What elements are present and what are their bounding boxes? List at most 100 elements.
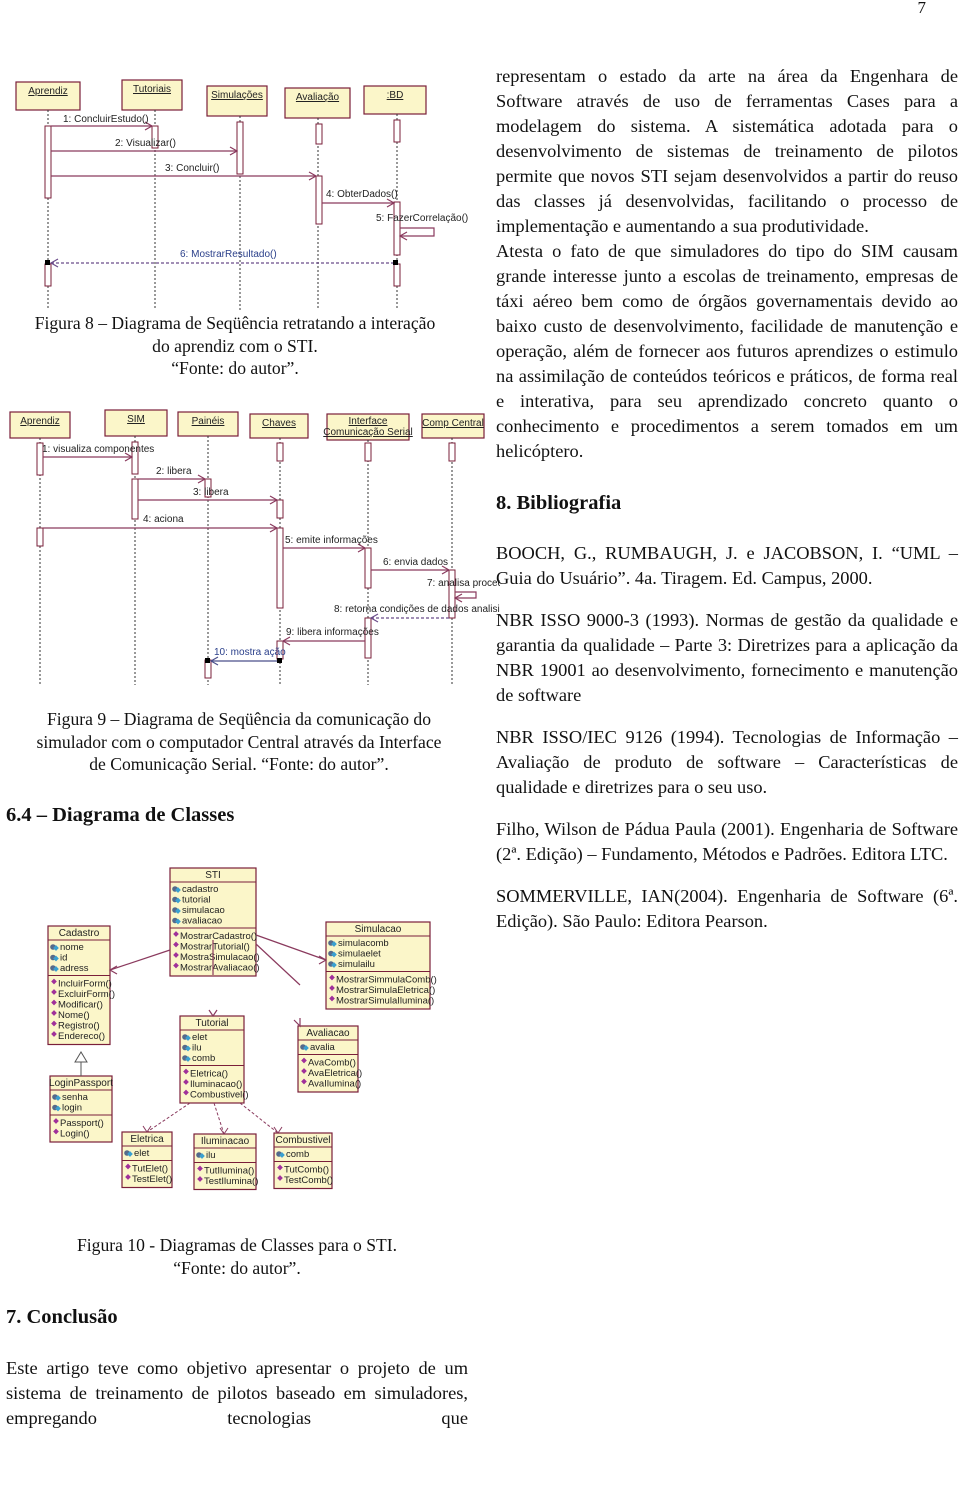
activation-bar — [276, 442, 284, 462]
class-operation: Iluminacao() — [190, 1079, 242, 1090]
class-name: LoginPassport — [49, 1078, 113, 1089]
participant-label: Interface — [349, 416, 388, 427]
right-column: representam o estado da arte na área da … — [496, 64, 958, 951]
class-name: Iluminacao — [201, 1136, 250, 1147]
class-operation: Registro() — [58, 1021, 100, 1032]
class-operation: TestComb() — [284, 1175, 333, 1186]
class-name: Avaliacao — [306, 1028, 350, 1039]
message-label: 4: aciona — [143, 514, 184, 525]
class-operation: MostrarSimulaEletrica() — [336, 985, 435, 996]
participant-label: Aprendiz — [20, 416, 59, 427]
activation-bar — [448, 442, 456, 462]
class-attribute: ilu — [192, 1043, 202, 1054]
participant-label: Aprendiz — [28, 86, 67, 97]
message-label: 9: libera informações — [286, 627, 379, 638]
class-attribute: ilu — [206, 1150, 216, 1161]
participant-label: Comunicação Serial — [323, 427, 413, 438]
reference-item: BOOCH, G., RUMBAUGH, J. e JACOBSON, I. “… — [496, 543, 958, 588]
participant-label: SIM — [127, 414, 145, 425]
caption-line: de Comunicação Serial. “Fonte: do autor”… — [89, 754, 389, 774]
class-box-tutorial: Tutorial eletilucomb Eletrica()Iluminacao(… — [179, 1015, 249, 1104]
class-attribute: simulacao — [182, 905, 225, 916]
activation-bar — [276, 527, 284, 609]
reference-item: Filho, Wilson de Pádua Paula (2001). Eng… — [496, 819, 958, 864]
reference-item: NBR ISSO 9000-3 (1993). Normas de gestão… — [496, 610, 958, 705]
message-label: 6: MostrarResultado() — [180, 249, 277, 260]
section-heading-bibliography: 8. Bibliografia — [496, 492, 622, 514]
class-operation: TutIlumina() — [204, 1166, 254, 1177]
figure-10-caption: Figura 10 - Diagramas de Classes para o … — [0, 1234, 474, 1279]
class-box-simulacao: Simulacao simulacombsimulaeletsimulailu Mo… — [325, 921, 437, 1010]
message-label: 3: Concluir() — [165, 163, 219, 174]
figure-9-caption: Figura 9 – Diagrama de Seqüência da comu… — [0, 708, 478, 776]
class-attribute: comb — [286, 1149, 309, 1160]
conclusion-paragraph: Este artigo teve como objetivo apresenta… — [6, 1358, 468, 1428]
caption-line: Figura 9 – Diagrama de Seqüência da comu… — [47, 709, 431, 729]
class-operation: Endereco() — [58, 1031, 105, 1042]
class-operation: Passport() — [60, 1118, 104, 1129]
class-attribute: elet — [134, 1148, 150, 1159]
arrowhead — [318, 955, 328, 965]
message-label: 8: retorna condições de dados analisiado… — [334, 604, 500, 615]
class-attribute: simulaelet — [338, 949, 381, 960]
message-label: 6: envia dados — [383, 557, 448, 568]
class-attribute: tutorial — [182, 895, 211, 906]
participant-label: Chaves — [262, 418, 296, 429]
class-attribute: simulacomb — [338, 938, 389, 949]
message-label: 5: emite informações — [285, 535, 378, 546]
class-operation: ExcluirForm() — [58, 989, 115, 1000]
message-label: 3: libera — [193, 487, 229, 498]
association-line — [255, 934, 327, 961]
figure-8-caption: Figura 8 – Diagrama de Seqüência retrata… — [0, 312, 470, 380]
dependency-line — [239, 1102, 279, 1134]
class-attribute: login — [62, 1103, 82, 1114]
class-attribute: adress — [60, 963, 89, 974]
class-name: Cadastro — [59, 928, 100, 939]
reference-item: SOMMERVILLE, IAN(2004). Engenharia de So… — [496, 886, 958, 931]
return-marker — [393, 260, 398, 265]
class-box-sti: STI cadastrotutorialsimulacaoavaliacao Mos… — [169, 867, 260, 977]
message-label: 4: ObterDados() — [326, 189, 398, 200]
activation-bar — [44, 263, 52, 287]
message-label: 7: analisa procedimento — [427, 578, 500, 589]
class-box-avaliacao: Avaliacao avalia AvaComb()AvaEletrica()Ava… — [297, 1025, 362, 1093]
return-marker — [45, 260, 50, 265]
reference-item: NBR ISSO/IEC 9126 (1994). Tecnologias de… — [496, 727, 958, 797]
arrowhead — [208, 1009, 218, 1018]
class-attribute: avaliacao — [182, 916, 222, 927]
message-label: 5: FazerCorrelação() — [376, 213, 468, 224]
class-operation: MostrarAvaliacao() — [180, 963, 260, 974]
message-label: 1: visualiza componentes — [42, 444, 154, 455]
class-box-loginpassport: LoginPassport senhalogin Passport()Login() — [49, 1075, 113, 1143]
class-operation: TutElet() — [132, 1164, 168, 1175]
section-heading-6-4: 6.4 – Diagrama de Classes — [6, 804, 235, 826]
arrowhead — [273, 1126, 283, 1134]
class-operation: Nome() — [58, 1010, 90, 1021]
class-operation: TutComb() — [284, 1165, 329, 1176]
figure-9-sequence-diagram: Aprendiz SIM Painéis Chaves InterfaceComunic… — [9, 409, 500, 685]
activation-bar — [276, 499, 284, 519]
class-operation: MostrarTutorial() — [180, 942, 250, 953]
caption-line: simulador com o computador Central atrav… — [36, 731, 442, 752]
activation-bar — [236, 121, 244, 175]
class-box-eletrica: Eletrica elet TutElet()TestElet() — [121, 1131, 173, 1189]
arrowhead — [142, 1125, 152, 1133]
arrowhead — [108, 965, 118, 975]
activation-bar — [393, 119, 401, 143]
dependency-line — [213, 1102, 225, 1135]
class-attribute: cadastro — [182, 884, 218, 895]
class-name: Tutorial — [196, 1018, 229, 1029]
activation-bar — [131, 478, 139, 520]
class-attribute: nome — [60, 942, 84, 953]
message-label: 2: libera — [156, 466, 192, 477]
class-operation: TestElet() — [132, 1174, 172, 1185]
class-operation: MostrarSimmulaComb() — [336, 975, 437, 986]
class-operation: Eletrica() — [190, 1069, 228, 1080]
figure-8-sequence-diagram: Aprendiz Tutoriais Simulações Avaliação:BD 1… — [15, 79, 468, 310]
class-name: Simulacao — [355, 924, 402, 935]
class-operation: AvaEletrica() — [308, 1068, 362, 1079]
class-operation: AvaIlumina() — [308, 1079, 361, 1090]
activation-bar — [393, 201, 401, 256]
caption-line: “Fonte: do autor”. — [173, 1257, 301, 1278]
class-operation: AvaComb() — [308, 1058, 356, 1069]
